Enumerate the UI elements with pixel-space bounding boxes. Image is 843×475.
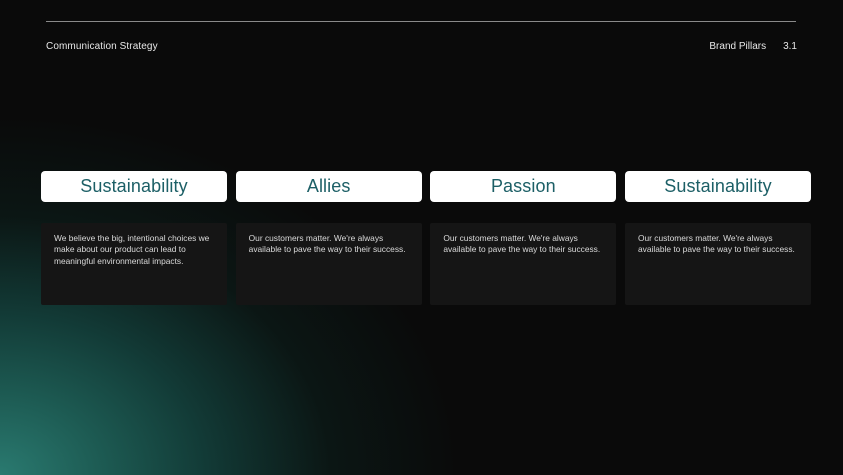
pillar-allies: Allies Our customers matter. We're alway… <box>235 171 422 305</box>
section-name: Brand Pillars <box>709 41 767 52</box>
section-number: 3.1 <box>783 41 797 52</box>
pillar-title: Allies <box>235 171 422 202</box>
brand-pillars: Sustainability We believe the big, inten… <box>41 171 811 305</box>
pillar-passion: Passion Our customers matter. We're alwa… <box>430 171 617 305</box>
section-indicator: Brand Pillars 3.1 <box>709 41 797 52</box>
pillar-description: Our customers matter. We're always avail… <box>430 223 617 305</box>
pillar-description: Our customers matter. We're always avail… <box>624 223 811 305</box>
page-title: Communication Strategy <box>46 41 158 52</box>
top-divider <box>46 21 796 22</box>
pillar-description: Our customers matter. We're always avail… <box>235 223 422 305</box>
pillar-title: Sustainability <box>624 171 811 202</box>
pillar-description: We believe the big, intentional choices … <box>41 223 227 305</box>
pillar-sustainability: Sustainability We believe the big, inten… <box>41 171 227 305</box>
pillar-sustainability-2: Sustainability Our customers matter. We'… <box>624 171 811 305</box>
pillar-title: Sustainability <box>41 171 227 202</box>
pillar-title: Passion <box>430 171 617 202</box>
